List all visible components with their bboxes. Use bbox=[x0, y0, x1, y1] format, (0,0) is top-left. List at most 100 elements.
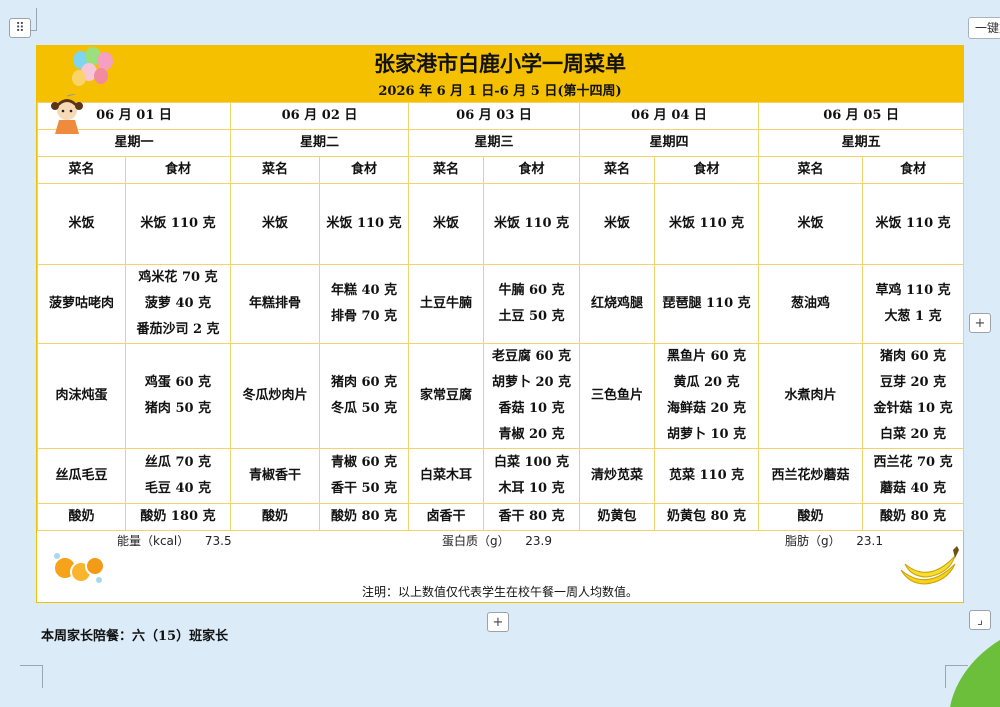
menu-header: 张家港市白鹿小学一周菜单 2026 年 6 月 1 日-6 月 5 日(第十四周… bbox=[37, 46, 963, 102]
ingredient-cell: 丝瓜 70 克毛豆 40 克 bbox=[124, 448, 232, 504]
add-column-button[interactable]: + bbox=[969, 313, 991, 333]
dish-name: 米饭 bbox=[230, 183, 321, 265]
column-header-ingredient: 食材 bbox=[483, 156, 581, 184]
weekday-row: 星期一 星期二 星期三 星期四 星期五 bbox=[36, 129, 965, 157]
dish-name: 水煮肉片 bbox=[758, 343, 864, 449]
menu-row: 丝瓜毛豆 丝瓜 70 克毛豆 40 克青椒香干 青椒 60 克香干 50 克白菜木耳… bbox=[37, 448, 965, 504]
fat-value: 23.1 bbox=[856, 534, 883, 548]
ingredient-item: 黑鱼片 60 克 bbox=[666, 349, 747, 364]
column-header-dish: 菜名 bbox=[230, 156, 321, 184]
day-date: 06 月 02 日 bbox=[230, 102, 410, 130]
day-weekday: 星期五 bbox=[758, 129, 965, 157]
ingredient-item: 青椒 60 克 bbox=[330, 455, 398, 470]
add-row-button[interactable]: + bbox=[487, 612, 509, 632]
ingredient-item: 草鸡 110 克 bbox=[875, 283, 951, 298]
ingredient-item: 冬瓜 50 克 bbox=[330, 401, 398, 416]
ingredient-item: 奶黄包 80 克 bbox=[666, 509, 747, 524]
ingredient-cell: 猪肉 60 克豆芽 20 克金针菇 10 克白菜 20 克 bbox=[862, 343, 965, 449]
ingredient-item: 鸡蛋 60 克 bbox=[144, 375, 212, 390]
ingredient-item: 丝瓜 70 克 bbox=[144, 455, 212, 470]
ingredient-item: 排骨 70 克 bbox=[330, 309, 398, 324]
ingredient-cell: 米饭 110 克 bbox=[319, 183, 410, 265]
dish-name: 葱油鸡 bbox=[758, 264, 864, 344]
ingredient-cell: 苋菜 110 克 bbox=[654, 448, 760, 504]
ingredient-item: 米饭 110 克 bbox=[493, 216, 570, 231]
ingredient-cell: 酸奶 80 克 bbox=[319, 503, 410, 531]
menu-row: 菠萝咕咾肉 鸡米花 70 克菠萝 40 克番茄沙司 2 克年糕排骨 年糕 40 克排… bbox=[37, 264, 965, 344]
column-header-dish: 菜名 bbox=[579, 156, 656, 184]
ingredient-item: 番茄沙司 2 克 bbox=[136, 322, 220, 337]
ingredient-cell: 西兰花 70 克蘑菇 40 克 bbox=[862, 448, 965, 504]
ingredient-cell: 鸡米花 70 克菠萝 40 克番茄沙司 2 克 bbox=[124, 264, 232, 344]
column-header-ingredient: 食材 bbox=[124, 156, 232, 184]
ingredient-item: 豆芽 20 克 bbox=[879, 375, 947, 390]
dish-name: 奶黄包 bbox=[579, 503, 656, 531]
protein-value: 23.9 bbox=[525, 534, 552, 548]
column-header-ingredient: 食材 bbox=[319, 156, 410, 184]
day-weekday: 星期三 bbox=[408, 129, 581, 157]
menu-row: 肉沫炖蛋 鸡蛋 60 克猪肉 50 克冬瓜炒肉片 猪肉 60 克冬瓜 50 克家常豆… bbox=[37, 343, 965, 449]
ingredient-item: 米饭 110 克 bbox=[875, 216, 951, 231]
day-date: 06 月 04 日 bbox=[579, 102, 760, 130]
ingredient-item: 海鲜菇 20 克 bbox=[666, 401, 747, 416]
menu-page: 张家港市白鹿小学一周菜单 2026 年 6 月 1 日-6 月 5 日(第十四周… bbox=[36, 45, 965, 603]
dish-name: 酸奶 bbox=[37, 503, 126, 531]
plus-icon: + bbox=[974, 315, 986, 331]
day-date: 06 月 05 日 bbox=[758, 102, 965, 130]
ingredient-cell: 鸡蛋 60 克猪肉 50 克 bbox=[124, 343, 232, 449]
ingredient-item: 老豆腐 60 克 bbox=[491, 349, 572, 364]
column-header-ingredient: 食材 bbox=[654, 156, 760, 184]
ingredient-item: 猪肉 50 克 bbox=[144, 401, 212, 416]
ingredient-cell: 奶黄包 80 克 bbox=[654, 503, 760, 531]
plus-icon: + bbox=[492, 614, 504, 630]
dish-name: 土豆牛腩 bbox=[408, 264, 485, 344]
ingredient-item: 白菜 100 克 bbox=[493, 455, 570, 470]
ingredient-cell: 米饭 110 克 bbox=[124, 183, 232, 265]
ingredient-item: 蘑菇 40 克 bbox=[879, 481, 947, 496]
move-handle-icon[interactable]: ⠿ bbox=[9, 18, 31, 38]
ingredient-item: 牛腩 60 克 bbox=[498, 283, 565, 298]
menu-title: 张家港市白鹿小学一周菜单 bbox=[374, 51, 626, 76]
ingredient-cell: 牛腩 60 克土豆 50 克 bbox=[483, 264, 581, 344]
ingredient-item: 酸奶 80 克 bbox=[330, 509, 398, 524]
ingredient-item: 猪肉 60 克 bbox=[879, 349, 947, 364]
one-click-button[interactable]: 一键重 bbox=[968, 17, 1000, 39]
dish-name: 米饭 bbox=[579, 183, 656, 265]
ingredient-cell: 黑鱼片 60 克黄瓜 20 克海鲜菇 20 克胡萝卜 10 克 bbox=[654, 343, 760, 449]
fat-label: 脂肪（g） bbox=[785, 534, 841, 548]
energy-label: 能量（kcal） bbox=[117, 534, 190, 548]
dish-name: 三色鱼片 bbox=[579, 343, 656, 449]
ingredient-item: 酸奶 180 克 bbox=[140, 509, 216, 524]
ingredient-item: 米饭 110 克 bbox=[140, 216, 216, 231]
ingredient-item: 金针菇 10 克 bbox=[873, 401, 953, 416]
column-header-dish: 菜名 bbox=[37, 156, 126, 184]
ingredient-item: 猪肉 60 克 bbox=[330, 375, 398, 390]
date-row: 06 月 01 日 06 月 02 日 06 月 03 日 06 月 04 日 06 月… bbox=[36, 102, 965, 130]
dish-name: 米饭 bbox=[758, 183, 864, 265]
ingredient-cell: 琵琶腿 110 克 bbox=[654, 264, 760, 344]
ingredient-item: 土豆 50 克 bbox=[498, 309, 565, 324]
ingredient-item: 黄瓜 20 克 bbox=[673, 375, 740, 390]
ingredient-item: 酸奶 80 克 bbox=[879, 509, 947, 524]
menu-row: 米饭 米饭 110 克米饭 米饭 110 克米饭 米饭 110 克米饭 米饭 110 克… bbox=[37, 183, 965, 265]
dish-name: 丝瓜毛豆 bbox=[37, 448, 126, 504]
column-header-row: 菜名 食材 菜名 食材 菜名 食材 菜名 食材 菜名 食材 bbox=[37, 156, 965, 184]
menu-table: 06 月 01 日 06 月 02 日 06 月 03 日 06 月 04 日 06 月… bbox=[36, 102, 965, 531]
ingredient-cell: 猪肉 60 克冬瓜 50 克 bbox=[319, 343, 410, 449]
ingredient-item: 香干 80 克 bbox=[498, 509, 565, 524]
fat-info: 脂肪（g） 23.1 bbox=[785, 532, 883, 554]
ingredient-item: 香菇 10 克 bbox=[498, 401, 565, 416]
ingredient-cell: 老豆腐 60 克胡萝卜 20 克香菇 10 克青椒 20 克 bbox=[483, 343, 581, 449]
ingredient-item: 木耳 10 克 bbox=[498, 481, 565, 496]
column-header-dish: 菜名 bbox=[408, 156, 485, 184]
leaf-decoration bbox=[950, 640, 1000, 707]
day-weekday: 星期二 bbox=[230, 129, 410, 157]
ingredient-item: 胡萝卜 10 克 bbox=[666, 427, 747, 442]
dish-name: 红烧鸡腿 bbox=[579, 264, 656, 344]
dish-name: 米饭 bbox=[37, 183, 126, 265]
protein-info: 蛋白质（g） 23.9 bbox=[442, 532, 552, 554]
ingredient-cell: 酸奶 80 克 bbox=[862, 503, 965, 531]
ingredient-item: 鸡米花 70 克 bbox=[138, 270, 218, 285]
resize-icon[interactable]: ⌟ bbox=[969, 610, 991, 630]
dish-name: 卤香干 bbox=[408, 503, 485, 531]
